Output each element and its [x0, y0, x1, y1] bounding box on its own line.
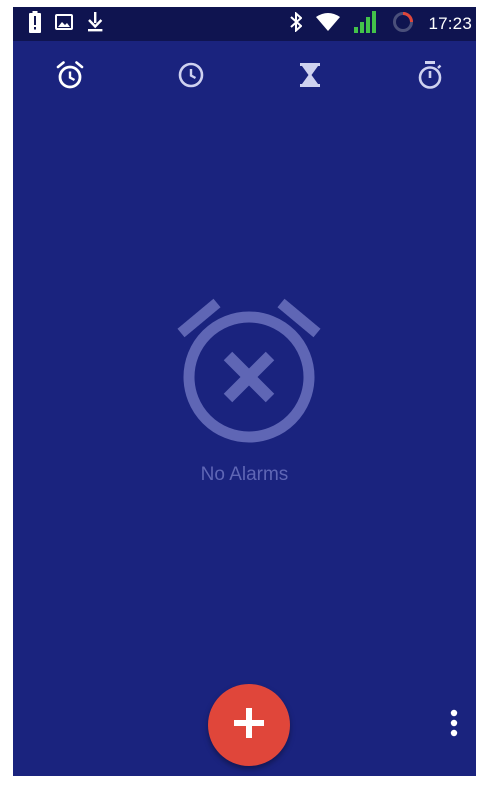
alarm-clock-icon [55, 60, 85, 95]
status-time: 17:23 [428, 14, 472, 33]
status-bar: 17:23 [13, 7, 476, 41]
bluetooth-icon [290, 10, 303, 37]
alarm-off-icon [169, 293, 329, 453]
sync-progress-icon [392, 11, 414, 38]
image-icon [55, 13, 73, 35]
more-vert-icon [450, 709, 458, 742]
add-icon [232, 706, 266, 745]
download-icon [87, 11, 103, 37]
wifi-icon [316, 12, 341, 36]
cell-signal-icon [354, 10, 378, 38]
add-alarm-button[interactable] [208, 684, 290, 766]
tab-clock[interactable] [166, 55, 216, 99]
tab-bar [13, 55, 476, 99]
battery-alert-icon [29, 10, 41, 38]
clock-icon [177, 61, 205, 94]
empty-state-label: No Alarms [200, 464, 289, 485]
tab-alarm[interactable] [45, 55, 95, 99]
stopwatch-icon [416, 60, 444, 95]
tab-timer[interactable] [285, 55, 335, 99]
status-bar-notifications [29, 10, 103, 38]
alarm-screen: 17:23 No Alarms [13, 7, 476, 776]
tab-stopwatch[interactable] [405, 55, 455, 99]
overflow-menu-button[interactable] [441, 707, 467, 743]
status-bar-system: 17:23 [290, 10, 472, 38]
hourglass-icon [298, 61, 322, 94]
